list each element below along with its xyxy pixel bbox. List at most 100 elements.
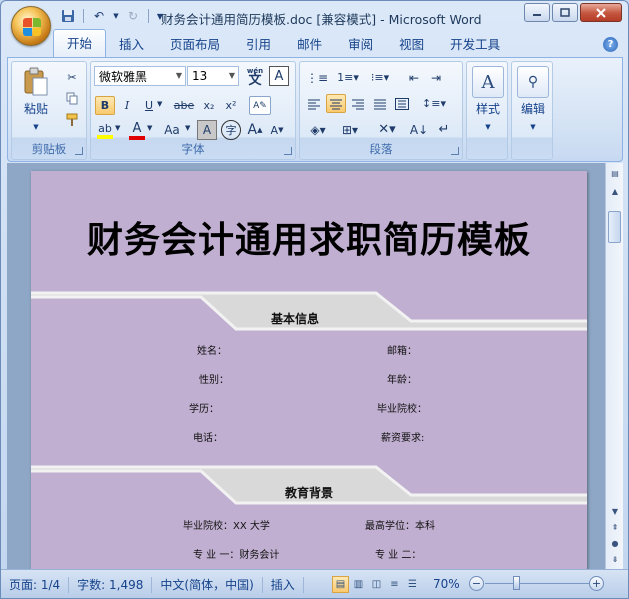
phonetic-guide-button[interactable]: wén 文 bbox=[243, 65, 267, 87]
format-painter-icon[interactable] bbox=[62, 110, 82, 129]
scroll-thumb[interactable] bbox=[608, 211, 621, 243]
tab-home[interactable]: 开始 bbox=[53, 29, 107, 57]
character-border-button[interactable]: A bbox=[269, 66, 289, 86]
distributed-icon[interactable] bbox=[392, 94, 412, 113]
office-button[interactable] bbox=[11, 6, 51, 46]
zoom-in-icon[interactable]: + bbox=[589, 576, 604, 591]
zoom-out-icon[interactable]: − bbox=[469, 576, 484, 591]
sort-icon[interactable]: A↓ bbox=[408, 120, 430, 139]
strikethrough-button[interactable]: abe bbox=[171, 96, 197, 115]
draft-view-icon[interactable]: ☰ bbox=[404, 576, 421, 593]
text-direction-icon[interactable]: ✕▾ bbox=[372, 120, 402, 139]
line-spacing-icon[interactable]: ↕≡▾ bbox=[420, 94, 448, 113]
ruler-toggle-icon[interactable]: ▤ bbox=[607, 165, 623, 181]
subscript-button[interactable]: x₂ bbox=[199, 96, 219, 115]
tab-references[interactable]: 引用 bbox=[233, 31, 284, 57]
redo-icon[interactable]: ↻ bbox=[124, 7, 142, 25]
highlight-dropdown-icon[interactable]: ▼ bbox=[115, 124, 120, 132]
zoom-slider-thumb[interactable] bbox=[513, 576, 520, 590]
change-case-button[interactable]: Aa bbox=[159, 120, 185, 140]
bullets-icon[interactable]: ⋮≡ bbox=[304, 68, 330, 87]
full-screen-reading-icon[interactable]: ▥ bbox=[350, 576, 367, 593]
tab-page-layout[interactable]: 页面布局 bbox=[157, 31, 233, 57]
zoom-slider-track[interactable] bbox=[485, 583, 589, 584]
scroll-down-arrow-icon[interactable]: ▼ bbox=[607, 503, 623, 519]
font-color-button[interactable]: A bbox=[127, 120, 147, 140]
bold-button[interactable]: B bbox=[95, 96, 115, 115]
paste-button[interactable]: 粘贴 ▼ bbox=[16, 66, 56, 131]
paragraph-launcher-icon[interactable] bbox=[451, 147, 459, 155]
shrink-font-button[interactable]: A ▼ bbox=[267, 120, 287, 140]
clipboard-launcher-icon[interactable] bbox=[75, 147, 83, 155]
web-layout-icon[interactable]: ◫ bbox=[368, 576, 385, 593]
undo-dropdown-icon[interactable]: ▼ bbox=[112, 7, 120, 25]
outline-view-icon[interactable]: ≡ bbox=[386, 576, 403, 593]
tab-view[interactable]: 视图 bbox=[386, 31, 437, 57]
undo-icon[interactable]: ↶ bbox=[90, 7, 108, 25]
zoom-level[interactable]: 70% bbox=[433, 577, 460, 591]
help-icon[interactable]: ? bbox=[603, 37, 618, 52]
font-launcher-icon[interactable] bbox=[284, 147, 292, 155]
editing-button[interactable]: ⚲ 编辑 ▼ bbox=[513, 66, 553, 131]
decrease-indent-icon[interactable]: ⇤ bbox=[404, 68, 424, 87]
scroll-up-arrow-icon[interactable]: ▲ bbox=[607, 183, 623, 199]
section-header-basic-info: 基本信息 bbox=[31, 291, 587, 335]
document-area[interactable]: 财务会计通用求职简历模板 基本信息 姓名： 性别： 学历： 电话： 邮箱： 年龄… bbox=[7, 163, 605, 569]
copy-icon[interactable] bbox=[62, 89, 82, 108]
grow-font-button[interactable]: A ▲ bbox=[245, 120, 265, 140]
justify-icon[interactable] bbox=[370, 94, 390, 113]
editing-group: ⚲ 编辑 ▼ bbox=[511, 61, 553, 160]
borders-icon[interactable]: ⊞▾ bbox=[336, 120, 364, 139]
office-logo-icon bbox=[23, 18, 41, 36]
vertical-scrollbar[interactable]: ▤ ▲ ▼ ⇞ ● ⇟ bbox=[605, 163, 623, 569]
change-case-dropdown-icon[interactable]: ▼ bbox=[185, 124, 190, 132]
close-button[interactable] bbox=[580, 3, 622, 22]
enclose-characters-button[interactable]: 字 bbox=[221, 120, 241, 140]
font-size-combo[interactable]: 13 ▼ bbox=[187, 66, 239, 86]
next-page-icon[interactable]: ⇟ bbox=[607, 551, 623, 567]
highlight-button[interactable]: ab bbox=[95, 120, 115, 140]
font-name-dropdown-icon[interactable]: ▼ bbox=[176, 71, 182, 80]
status-word-count[interactable]: 字数: 1,498 bbox=[69, 577, 153, 593]
styles-dropdown-icon[interactable]: ▼ bbox=[468, 123, 508, 131]
print-layout-view-icon[interactable]: ▤ bbox=[332, 576, 349, 593]
paste-dropdown-icon[interactable]: ▼ bbox=[16, 123, 56, 131]
font-color-dropdown-icon[interactable]: ▼ bbox=[147, 124, 152, 132]
status-insert-mode[interactable]: 插入 bbox=[263, 577, 304, 593]
align-center-icon[interactable] bbox=[326, 94, 346, 113]
field-school-xx: 毕业院校：XX 大学 bbox=[183, 521, 270, 532]
font-size-dropdown-icon[interactable]: ▼ bbox=[229, 71, 235, 80]
italic-button[interactable]: I bbox=[117, 96, 137, 115]
align-left-icon[interactable] bbox=[304, 94, 324, 113]
editing-dropdown-icon[interactable]: ▼ bbox=[513, 123, 553, 131]
underline-button[interactable]: U bbox=[139, 96, 159, 115]
tab-insert[interactable]: 插入 bbox=[106, 31, 157, 57]
previous-page-icon[interactable]: ⇞ bbox=[607, 519, 623, 535]
maximize-button[interactable] bbox=[552, 3, 578, 22]
field-phone: 电话： bbox=[193, 433, 223, 444]
character-shading-button[interactable]: A bbox=[197, 120, 217, 140]
shading-icon[interactable]: ◈▾ bbox=[304, 120, 332, 139]
word-window: ↶ ▼ ↻ ▼ 财务会计通用简历模板.doc [兼容模式] - Microsof… bbox=[0, 0, 629, 599]
browse-object-icon[interactable]: ● bbox=[607, 535, 623, 551]
cut-icon[interactable]: ✂ bbox=[62, 68, 82, 87]
status-page[interactable]: 页面: 1/4 bbox=[1, 577, 70, 593]
document-page[interactable]: 财务会计通用求职简历模板 基本信息 姓名： 性别： 学历： 电话： 邮箱： 年龄… bbox=[31, 171, 587, 569]
tab-mailings[interactable]: 邮件 bbox=[284, 31, 335, 57]
show-formatting-icon[interactable]: ↵ bbox=[434, 120, 454, 139]
styles-button[interactable]: A 样式 ▼ bbox=[468, 66, 508, 131]
clear-formatting-icon[interactable]: A✎ bbox=[249, 96, 271, 115]
superscript-button[interactable]: x² bbox=[221, 96, 241, 115]
tab-developer[interactable]: 开发工具 bbox=[437, 31, 513, 57]
tab-review[interactable]: 审阅 bbox=[335, 31, 386, 57]
save-icon[interactable] bbox=[59, 7, 77, 25]
numbering-icon[interactable]: 1≡▾ bbox=[334, 68, 362, 87]
underline-dropdown-icon[interactable]: ▼ bbox=[157, 100, 162, 108]
multilevel-list-icon[interactable]: ⁝≡▾ bbox=[366, 68, 394, 87]
font-name-value: 微软雅黑 bbox=[99, 69, 148, 84]
status-language[interactable]: 中文(简体，中国) bbox=[152, 577, 263, 593]
align-right-icon[interactable] bbox=[348, 94, 368, 113]
minimize-button[interactable] bbox=[524, 3, 550, 22]
font-name-combo[interactable]: 微软雅黑 ▼ bbox=[94, 66, 186, 86]
increase-indent-icon[interactable]: ⇥ bbox=[426, 68, 446, 87]
